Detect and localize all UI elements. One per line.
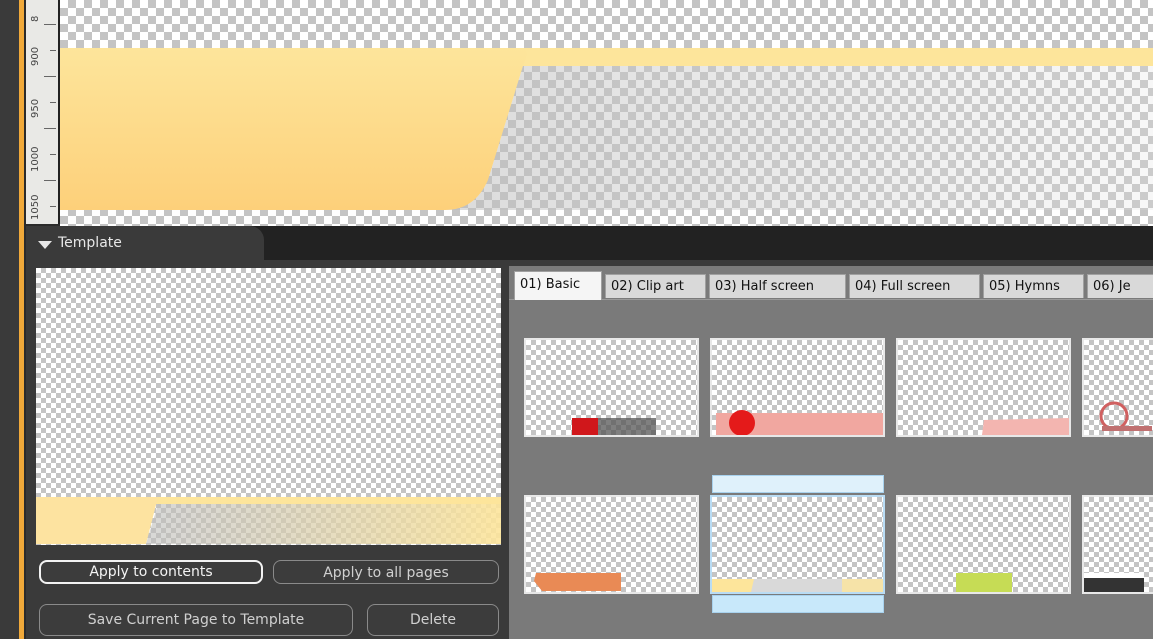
apply-to-contents-button[interactable]: Apply to contents	[39, 560, 263, 584]
template-thumbnail-selected[interactable]	[710, 495, 885, 594]
delete-button[interactable]: Delete	[367, 604, 499, 636]
ruler-label: 8	[30, 15, 41, 22]
vertical-ruler: 8 900 950 1000 1050	[26, 0, 60, 224]
template-thumbnail[interactable]	[896, 338, 1071, 437]
tab-half-screen[interactable]: 03) Half screen	[709, 274, 846, 298]
tab-hymns[interactable]: 05) Hymns	[983, 274, 1084, 298]
tab-basic[interactable]: 01) Basic	[514, 271, 602, 300]
preview-banner	[36, 497, 501, 544]
template-gallery: 01) Basic 02) Clip art 03) Half screen 0…	[509, 266, 1153, 639]
category-tabbar: 01) Basic 02) Clip art 03) Half screen 0…	[509, 266, 1153, 300]
accent-bar	[19, 0, 24, 639]
selection-footer	[712, 595, 884, 613]
ruler-label: 1000	[30, 146, 41, 172]
collapse-caret-icon[interactable]	[38, 241, 52, 249]
ruler-label: 950	[30, 98, 41, 118]
template-title: Template	[58, 235, 122, 251]
slide-canvas[interactable]	[60, 0, 1153, 228]
ruler-label: 900	[30, 46, 41, 66]
lower-third-banner	[60, 48, 1153, 210]
template-thumbnail[interactable]	[1082, 338, 1153, 437]
template-thumbnail[interactable]	[524, 338, 699, 437]
tab-full-screen[interactable]: 04) Full screen	[849, 274, 980, 298]
template-thumbnail[interactable]	[710, 338, 885, 437]
apply-to-all-pages-button[interactable]: Apply to all pages	[273, 560, 499, 584]
template-preview	[36, 268, 501, 545]
ruler-label: 1050	[30, 194, 41, 220]
tab-je[interactable]: 06) Je	[1087, 274, 1153, 298]
save-page-to-template-button[interactable]: Save Current Page to Template	[39, 604, 353, 636]
template-thumbnail[interactable]	[1082, 495, 1153, 594]
tab-clip-art[interactable]: 02) Clip art	[605, 274, 706, 298]
template-thumbnail[interactable]	[896, 495, 1071, 594]
template-thumbnail[interactable]	[524, 495, 699, 594]
selection-header	[712, 475, 884, 493]
